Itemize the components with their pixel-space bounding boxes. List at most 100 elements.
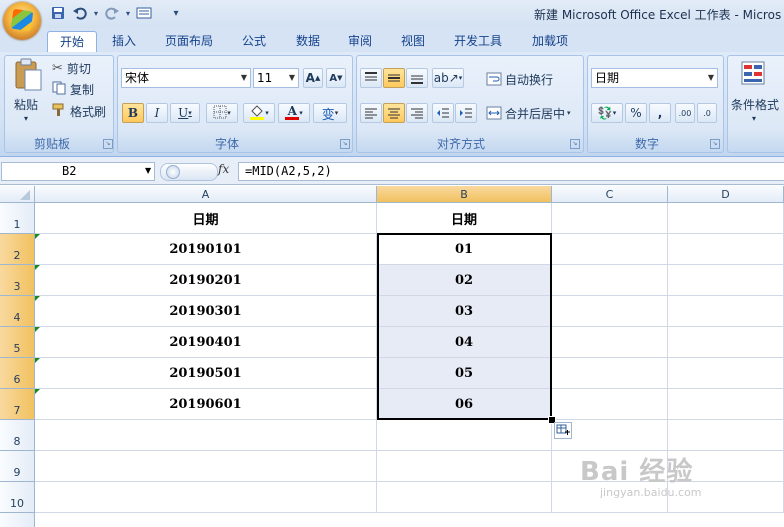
cell-d4[interactable]	[668, 296, 784, 327]
cell-c4[interactable]	[552, 296, 668, 327]
accounting-format-button[interactable]: 💱 ▾	[591, 103, 623, 123]
row-header-3[interactable]: 3	[0, 265, 35, 296]
copy-button[interactable]: 复制	[52, 80, 94, 98]
italic-button[interactable]: I	[146, 103, 168, 123]
customize-quick-access-icon[interactable]: ▾	[168, 5, 184, 21]
cut-button[interactable]: ✂ 剪切	[52, 59, 91, 77]
row-header-5[interactable]: 5	[0, 327, 35, 358]
row-header-7[interactable]: 7	[0, 389, 35, 420]
select-all-corner[interactable]	[0, 186, 35, 203]
name-box[interactable]: B2	[1, 162, 155, 181]
error-indicator-icon[interactable]	[35, 389, 40, 394]
cell-c6[interactable]	[552, 358, 668, 389]
formula-input[interactable]: =MID(A2,5,2)	[238, 162, 784, 181]
row-header-1[interactable]: 1	[0, 203, 35, 234]
align-top-button[interactable]	[360, 68, 382, 88]
insert-function-icon[interactable]: fx	[218, 162, 229, 176]
comma-style-button[interactable]: ,	[649, 103, 671, 123]
cell-a7[interactable]: 20190601	[35, 389, 377, 420]
cell-d3[interactable]	[668, 265, 784, 296]
decrease-indent-button[interactable]	[432, 103, 454, 123]
conditional-formatting-icon[interactable]	[740, 60, 768, 88]
cell-b10[interactable]	[377, 482, 552, 513]
tab-developer[interactable]: 开发工具	[446, 31, 510, 51]
column-header-d[interactable]: D	[668, 186, 784, 203]
merge-center-button[interactable]: 合并后居中 ▾	[486, 104, 571, 122]
row-header-10[interactable]: 10	[0, 482, 35, 513]
redo-dropdown-icon[interactable]: ▾	[120, 5, 136, 21]
tab-view[interactable]: 视图	[393, 31, 433, 51]
row-header-9[interactable]: 9	[0, 451, 35, 482]
paste-dropdown-icon[interactable]: ▾	[24, 114, 28, 123]
tab-home[interactable]: 开始	[47, 31, 97, 52]
conditional-formatting-label[interactable]: 条件格式	[731, 96, 779, 113]
column-header-c[interactable]: C	[552, 186, 668, 203]
number-format-select[interactable]: 日期 ▼	[591, 68, 718, 88]
cell-d2[interactable]	[668, 234, 784, 265]
align-right-button[interactable]	[406, 103, 428, 123]
print-preview-icon[interactable]	[136, 5, 152, 21]
font-launcher-icon[interactable]: ↘	[340, 139, 350, 149]
row-header-8[interactable]: 8	[0, 420, 35, 451]
align-bottom-button[interactable]	[406, 68, 428, 88]
orientation-button[interactable]: ab↗ ▾	[432, 68, 464, 88]
fill-color-button[interactable]: ▾	[243, 103, 275, 123]
cell-b8[interactable]	[377, 420, 552, 451]
increase-decimal-button[interactable]: .00	[675, 103, 695, 123]
clipboard-launcher-icon[interactable]: ↘	[103, 139, 113, 149]
phonetic-guide-button[interactable]: 变 ▾	[313, 103, 347, 123]
cell-b7[interactable]: 06	[377, 389, 552, 420]
cell-b3[interactable]: 02	[377, 265, 552, 296]
cell-a6[interactable]: 20190501	[35, 358, 377, 389]
error-indicator-icon[interactable]	[35, 234, 40, 239]
cell-a1[interactable]: 日期	[35, 203, 377, 234]
tab-data[interactable]: 数据	[288, 31, 328, 51]
tab-review[interactable]: 审阅	[340, 31, 380, 51]
tab-formulas[interactable]: 公式	[234, 31, 274, 51]
font-color-button[interactable]: A ▾	[278, 103, 310, 123]
number-launcher-icon[interactable]: ↘	[710, 139, 720, 149]
grow-font-button[interactable]: A ▲	[303, 68, 323, 88]
percent-style-button[interactable]: %	[625, 103, 647, 123]
column-header-b[interactable]: B	[377, 186, 552, 203]
cell-d1[interactable]	[668, 203, 784, 234]
cell-b6[interactable]: 05	[377, 358, 552, 389]
error-indicator-icon[interactable]	[35, 327, 40, 332]
shrink-font-button[interactable]: A ▼	[326, 68, 346, 88]
cell-a3[interactable]: 20190201	[35, 265, 377, 296]
cell-b1[interactable]: 日期	[377, 203, 552, 234]
cell-a2[interactable]: 20190101	[35, 234, 377, 265]
cell-c5[interactable]	[552, 327, 668, 358]
auto-fill-options-button[interactable]	[554, 422, 572, 439]
paste-icon[interactable]	[12, 58, 44, 91]
font-name-select[interactable]: 宋体 ▼	[121, 68, 251, 88]
cell-a5[interactable]: 20190401	[35, 327, 377, 358]
redo-icon[interactable]	[104, 5, 120, 21]
cell-b5[interactable]: 04	[377, 327, 552, 358]
cell-a9[interactable]	[35, 451, 377, 482]
row-header-2[interactable]: 2	[0, 234, 35, 265]
row-header-6[interactable]: 6	[0, 358, 35, 389]
cell-c3[interactable]	[552, 265, 668, 296]
tab-insert[interactable]: 插入	[104, 31, 144, 51]
font-size-select[interactable]: 11 ▼	[253, 68, 299, 88]
tab-add-ins[interactable]: 加载项	[524, 31, 576, 51]
align-middle-button[interactable]	[383, 68, 405, 88]
align-center-button[interactable]	[383, 103, 405, 123]
cell-d5[interactable]	[668, 327, 784, 358]
format-painter-button[interactable]: 格式刷	[52, 102, 106, 120]
error-indicator-icon[interactable]	[35, 358, 40, 363]
borders-button[interactable]: ▾	[206, 103, 238, 123]
cell-c1[interactable]	[552, 203, 668, 234]
bold-button[interactable]: B	[122, 103, 144, 123]
underline-button[interactable]: U ▾	[170, 103, 200, 123]
decrease-decimal-button[interactable]: .0	[697, 103, 717, 123]
cell-a4[interactable]: 20190301	[35, 296, 377, 327]
cell-c2[interactable]	[552, 234, 668, 265]
wrap-text-button[interactable]: 自动换行	[486, 70, 553, 88]
align-left-button[interactable]	[360, 103, 382, 123]
cell-d8[interactable]	[668, 420, 784, 451]
row-header-4[interactable]: 4	[0, 296, 35, 327]
cell-a10[interactable]	[35, 482, 377, 513]
increase-indent-button[interactable]	[455, 103, 477, 123]
